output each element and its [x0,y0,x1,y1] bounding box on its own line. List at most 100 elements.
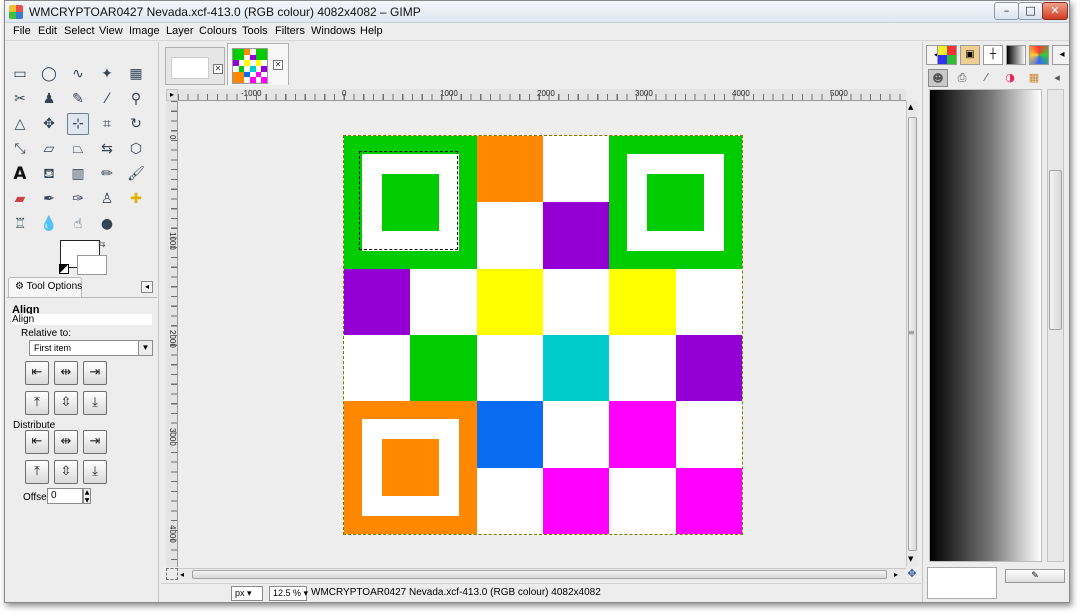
cage-transform-icon[interactable]: ⬡ [125,138,147,160]
menu-layer[interactable]: Layer [166,25,194,37]
distribute-middle-button[interactable]: ⇳ [54,460,78,484]
shear-icon[interactable]: ▱ [38,138,60,160]
palette-icon[interactable]: ▦ [1024,69,1044,87]
rotate-icon[interactable]: ↻ [125,113,147,135]
heal-icon[interactable]: ✚ [125,188,147,210]
swap-colors-icon[interactable]: ⇆ [98,240,106,250]
menu-edit[interactable]: Edit [38,25,57,37]
close-icon[interactable]: ✕ [213,64,223,74]
paintbrush-icon[interactable]: 🖌 [125,163,147,185]
crop-icon[interactable]: ⌗ [96,113,118,135]
navigate-icon[interactable]: ✥ [906,568,918,580]
minimize-button[interactable]: – [994,2,1019,20]
align-top-edge-button[interactable]: ⤒ [25,391,49,415]
scrollbar-thumb[interactable] [1049,170,1062,330]
ellipse-select-icon[interactable]: ◯ [38,63,60,85]
dock-scrollbar[interactable] [1047,89,1064,562]
menu-tools[interactable]: Tools [242,25,268,37]
image-canvas[interactable] [179,102,905,568]
printer-icon[interactable]: ⎙ [952,69,972,87]
scroll-down-icon[interactable]: ▼ [908,555,913,563]
paths-icon[interactable]: ✎ [67,88,89,110]
tab-gradients[interactable] [1006,45,1026,65]
align-tool-icon[interactable]: ⊹ [67,113,89,135]
scissors-select-icon[interactable]: ✂ [9,88,31,110]
default-colors-icon[interactable] [59,264,69,274]
distribute-right-button[interactable]: ⇥ [83,430,107,454]
unit-select[interactable]: px ▾ [231,586,263,601]
distribute-left-button[interactable]: ⇤ [25,430,49,454]
measure-icon[interactable]: △ [9,113,31,135]
scroll-left-icon[interactable]: ◂ [180,569,184,580]
blur-icon[interactable]: 💧 [38,213,60,235]
clone-icon[interactable]: ♙ [96,188,118,210]
dodge-burn-icon[interactable]: ● [96,213,118,235]
rect-select-icon[interactable]: ▭ [9,63,31,85]
image-tab-1[interactable]: ✕ [165,47,225,85]
ink-icon[interactable]: ✑ [67,188,89,210]
scrollbar-thumb[interactable] [192,570,887,579]
flip-icon[interactable]: ⇆ [96,138,118,160]
color-picker-icon[interactable]: ⁄ [96,88,118,110]
maximize-button[interactable]: □ [1018,2,1043,20]
blend-icon[interactable]: ▥ [67,163,89,185]
distribute-top-button[interactable]: ⤒ [25,460,49,484]
menu-colours[interactable]: Colours [199,25,237,37]
text-tool-icon[interactable]: A [9,163,31,185]
align-center-horizontal-button[interactable]: ⇹ [54,361,78,385]
brush-icon[interactable]: ⁄ [976,69,996,87]
color-wheel-icon[interactable]: ◑ [1000,69,1020,87]
bucket-fill-icon[interactable]: ⛾ [38,163,60,185]
align-right-edge-button[interactable]: ⇥ [83,361,107,385]
airbrush-icon[interactable]: ✒ [38,188,60,210]
vertical-ruler[interactable]: 0 1000 2000 3000 4000 [166,101,178,567]
perspective-clone-icon[interactable]: ♖ [9,213,31,235]
menu-windows[interactable]: Windows [311,25,356,37]
perspective-icon[interactable]: ⏢ [67,138,89,160]
quick-mask-toggle[interactable] [166,568,178,580]
scroll-up-icon[interactable]: ▲ [908,103,913,111]
menu-help[interactable]: Help [360,25,383,37]
tab-fonts[interactable] [1029,45,1049,65]
scroll-right-icon[interactable]: ▸ [894,569,898,580]
menu-filters[interactable]: Filters [275,25,305,37]
tab-menu-icon[interactable]: ◂ [1047,69,1067,87]
edit-icon[interactable]: ✎ [1005,569,1065,583]
menu-view[interactable]: View [99,25,123,37]
tab-menu-icon[interactable]: ◂ [1052,45,1069,65]
move-icon[interactable]: ✥ [38,113,60,135]
free-select-icon[interactable]: ∿ [67,63,89,85]
pencil-icon[interactable]: ✏ [96,163,118,185]
gimp-wilber-icon[interactable]: ☻ [928,69,948,87]
align-middle-vertical-button[interactable]: ⇳ [54,391,78,415]
gradient-preview[interactable] [929,89,1042,562]
eraser-icon[interactable]: ▰ [9,188,31,210]
relative-to-select[interactable]: First item ▼ [29,340,153,356]
tab-palettes[interactable] [937,45,957,65]
color-select-icon[interactable]: ▦ [125,63,147,85]
horizontal-ruler[interactable]: -1000 0 1000 2000 3000 4000 5000 [178,89,906,101]
smudge-icon[interactable]: ☝ [67,213,89,235]
close-icon[interactable]: ✕ [273,60,283,70]
offset-spinner[interactable]: ▲ ▼ [83,488,91,504]
distribute-center-button[interactable]: ⇹ [54,430,78,454]
tab-tool-options[interactable]: ⚙ Tool Options [8,277,82,297]
align-bottom-edge-button[interactable]: ⤓ [83,391,107,415]
menu-image[interactable]: Image [129,25,160,37]
foreground-select-icon[interactable]: ♟ [38,88,60,110]
distribute-bottom-button[interactable]: ⤓ [83,460,107,484]
menu-select[interactable]: Select [64,25,95,37]
tab-menu-icon[interactable]: ◂ [141,281,153,293]
image-tab-2[interactable]: ✕ [227,43,289,85]
align-left-edge-button[interactable]: ⇤ [25,361,49,385]
fuzzy-select-icon[interactable]: ✦ [96,63,118,85]
background-color-swatch[interactable] [77,255,107,275]
menu-file[interactable]: File [13,25,31,37]
tab-patterns[interactable]: ▣ [960,45,980,65]
scale-icon[interactable]: ⤡ [9,138,31,160]
zoom-icon[interactable]: ⚲ [125,88,147,110]
ruler-corner-icon[interactable]: ▸ [166,89,178,101]
vertical-scrollbar[interactable]: ▲ ≡ ▼ [906,101,918,567]
horizontal-scrollbar[interactable]: ◂ ▸ [178,568,906,580]
zoom-select[interactable]: 12.5 % ▾ [269,586,308,601]
